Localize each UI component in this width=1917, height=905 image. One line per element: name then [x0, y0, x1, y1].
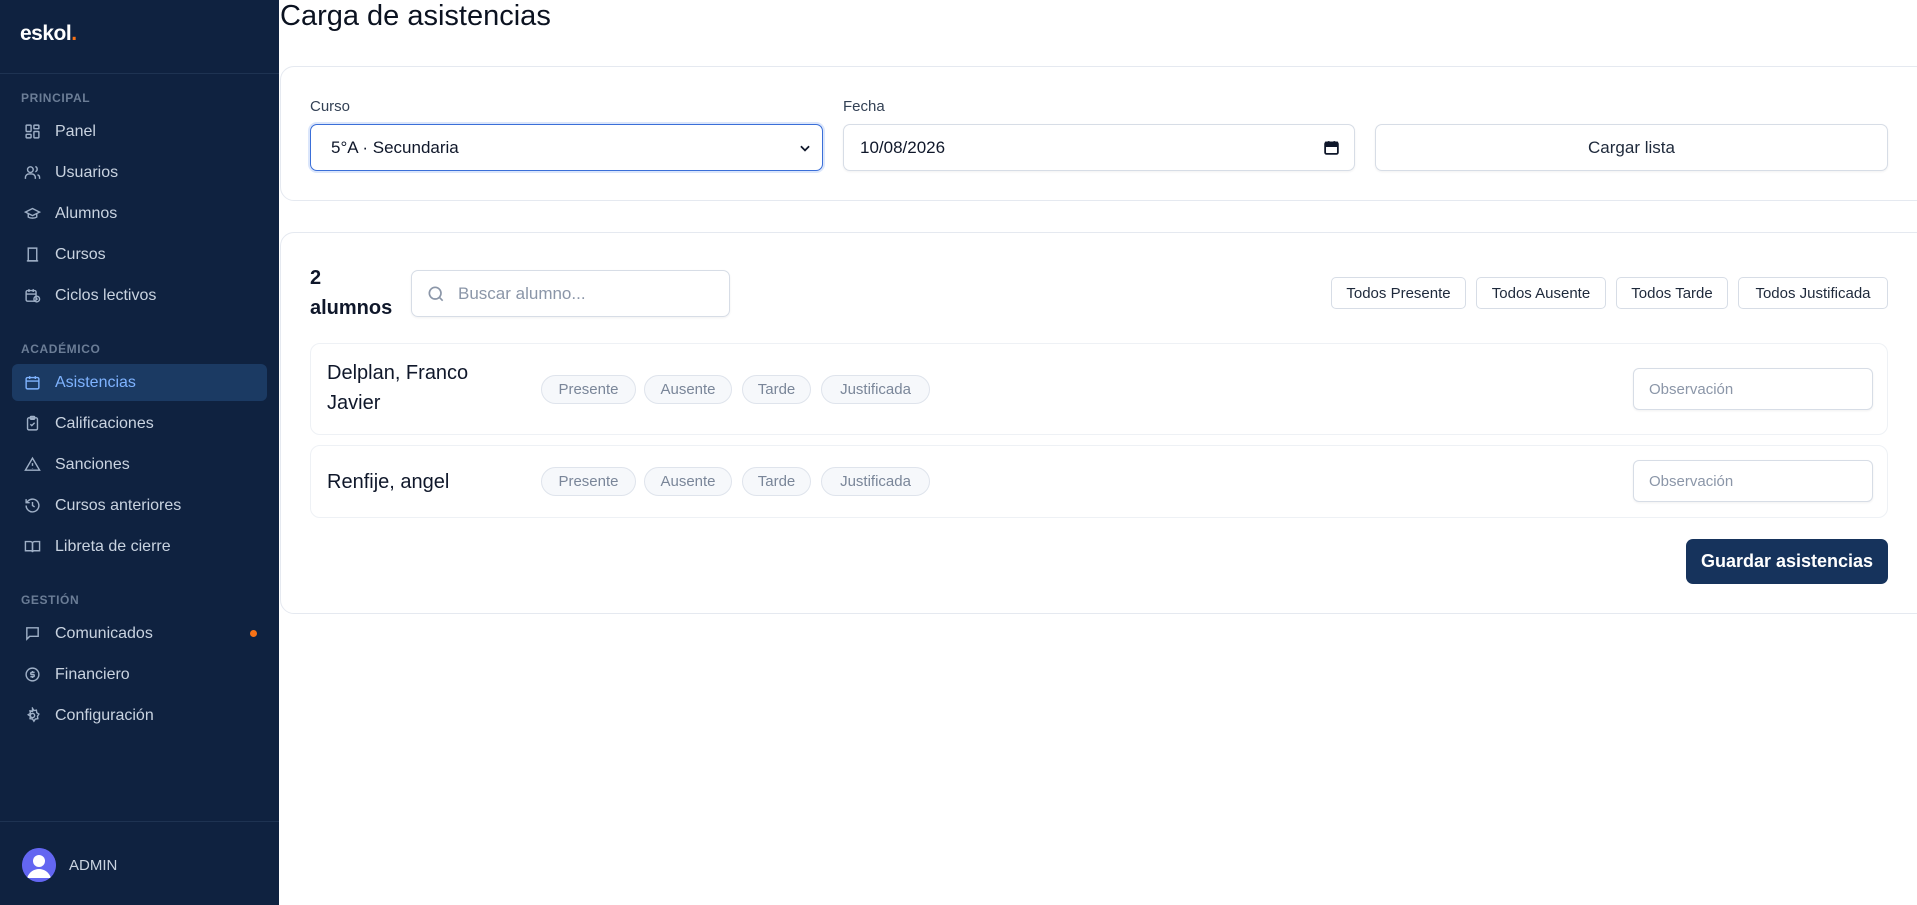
status-justified-chip[interactable]: Justificada: [821, 467, 930, 496]
bulk-absent-button[interactable]: Todos Ausente: [1476, 277, 1606, 309]
history-icon: [24, 497, 41, 514]
page-title: Carga de asistencias: [280, 0, 551, 32]
divider: [0, 73, 279, 74]
sidebar-item-label: Comunicados: [55, 624, 153, 642]
bulk-present-button[interactable]: Todos Presente: [1331, 277, 1466, 309]
status-present-chip[interactable]: Presente: [541, 375, 636, 404]
sidebar-item-label: Alumnos: [55, 204, 118, 222]
observation-input[interactable]: Observación: [1633, 460, 1873, 502]
course-select[interactable]: 5°A · Secundaria: [310, 124, 823, 171]
sidebar-item-label: Financiero: [55, 665, 130, 683]
status-present-chip[interactable]: Presente: [541, 467, 636, 496]
bulk-justified-button[interactable]: Todos Justificada: [1738, 277, 1888, 309]
course-select-value: 5°A · Secundaria: [331, 137, 459, 157]
search-icon: [428, 286, 444, 301]
avatar[interactable]: [22, 848, 56, 882]
open-book-icon: [24, 538, 41, 555]
notification-dot: [250, 630, 257, 637]
message-icon: [24, 625, 41, 642]
date-input[interactable]: 10/08/2026: [843, 124, 1355, 171]
save-attendance-button[interactable]: Guardar asistencias: [1686, 539, 1888, 584]
section-label-principal: PRINCIPAL: [21, 91, 91, 105]
sidebar-item-libreta-de-cierre[interactable]: Libreta de cierre: [12, 528, 267, 565]
date-value: 10/08/2026: [860, 137, 946, 157]
sidebar-item-label: Usuarios: [55, 163, 119, 181]
sidebar-item-cursos-anteriores[interactable]: Cursos anteriores: [12, 487, 267, 524]
chevron-down-icon: [800, 145, 810, 152]
date-label: Fecha: [843, 98, 885, 115]
status-justified-chip[interactable]: Justificada: [821, 375, 930, 404]
sidebar: eskol. PRINCIPAL Panel Usuarios Alumnos …: [0, 0, 279, 905]
sidebar-item-label: Sanciones: [55, 455, 130, 473]
sidebar-item-label: Calificaciones: [55, 414, 154, 432]
student-row: Delplan, Franco Javier Presente Ausente …: [310, 343, 1888, 435]
gear-icon: [24, 707, 41, 724]
clipboard-icon: [24, 415, 41, 432]
sidebar-item-cursos[interactable]: Cursos: [12, 236, 267, 273]
graduation-cap-icon: [24, 205, 41, 222]
sidebar-item-label: Cursos anteriores: [55, 496, 182, 514]
calendar-icon[interactable]: [1323, 139, 1340, 156]
sidebar-item-label: Libreta de cierre: [55, 537, 171, 555]
sidebar-item-asistencias[interactable]: Asistencias: [12, 364, 267, 401]
sidebar-item-label: Panel: [55, 122, 96, 140]
section-label-academico: ACADÉMICO: [21, 342, 101, 356]
status-absent-chip[interactable]: Ausente: [644, 375, 732, 404]
load-list-button[interactable]: Cargar lista: [1375, 124, 1888, 171]
warning-icon: [24, 456, 41, 473]
sidebar-item-alumnos[interactable]: Alumnos: [12, 195, 267, 232]
coin-icon: [24, 666, 41, 683]
divider: [0, 821, 279, 822]
sidebar-item-sanciones[interactable]: Sanciones: [12, 446, 267, 483]
user-name[interactable]: ADMIN: [69, 857, 117, 874]
student-name: Delplan, Franco Javier: [327, 362, 469, 414]
dashboard-icon: [24, 123, 41, 140]
search-input[interactable]: Buscar alumno...: [411, 270, 730, 317]
sidebar-item-calificaciones[interactable]: Calificaciones: [12, 405, 267, 442]
sidebar-item-panel[interactable]: Panel: [12, 113, 267, 150]
sidebar-item-financiero[interactable]: Financiero: [12, 656, 267, 693]
section-label-gestion: GESTIÓN: [21, 593, 80, 607]
status-late-chip[interactable]: Tarde: [742, 375, 811, 404]
sidebar-item-comunicados[interactable]: Comunicados: [12, 615, 267, 652]
users-icon: [24, 164, 41, 181]
search-placeholder: Buscar alumno...: [458, 283, 586, 303]
course-label: Curso: [310, 98, 351, 115]
status-absent-chip[interactable]: Ausente: [644, 467, 732, 496]
sidebar-item-configuracion[interactable]: Configuración: [12, 697, 267, 734]
brand-logo[interactable]: eskol.: [20, 22, 77, 46]
sidebar-item-label: Configuración: [55, 706, 154, 724]
student-count: 2 alumnos: [310, 263, 400, 323]
sidebar-item-label: Asistencias: [55, 373, 136, 391]
calendar-check-icon: [24, 374, 41, 391]
calendar-clock-icon: [24, 287, 41, 304]
observation-input[interactable]: Observación: [1633, 368, 1873, 410]
book-icon: [24, 246, 41, 263]
sidebar-item-ciclos-lectivos[interactable]: Ciclos lectivos: [12, 277, 267, 314]
student-row: Renfije, angel Presente Ausente Tarde Ju…: [310, 445, 1888, 518]
sidebar-item-label: Ciclos lectivos: [55, 286, 157, 304]
sidebar-item-label: Cursos: [55, 245, 106, 263]
sidebar-item-usuarios[interactable]: Usuarios: [12, 154, 267, 191]
student-count-label: alumnos: [310, 297, 393, 319]
student-count-number: 2: [310, 267, 322, 289]
status-late-chip[interactable]: Tarde: [742, 467, 811, 496]
bulk-late-button[interactable]: Todos Tarde: [1616, 277, 1728, 309]
